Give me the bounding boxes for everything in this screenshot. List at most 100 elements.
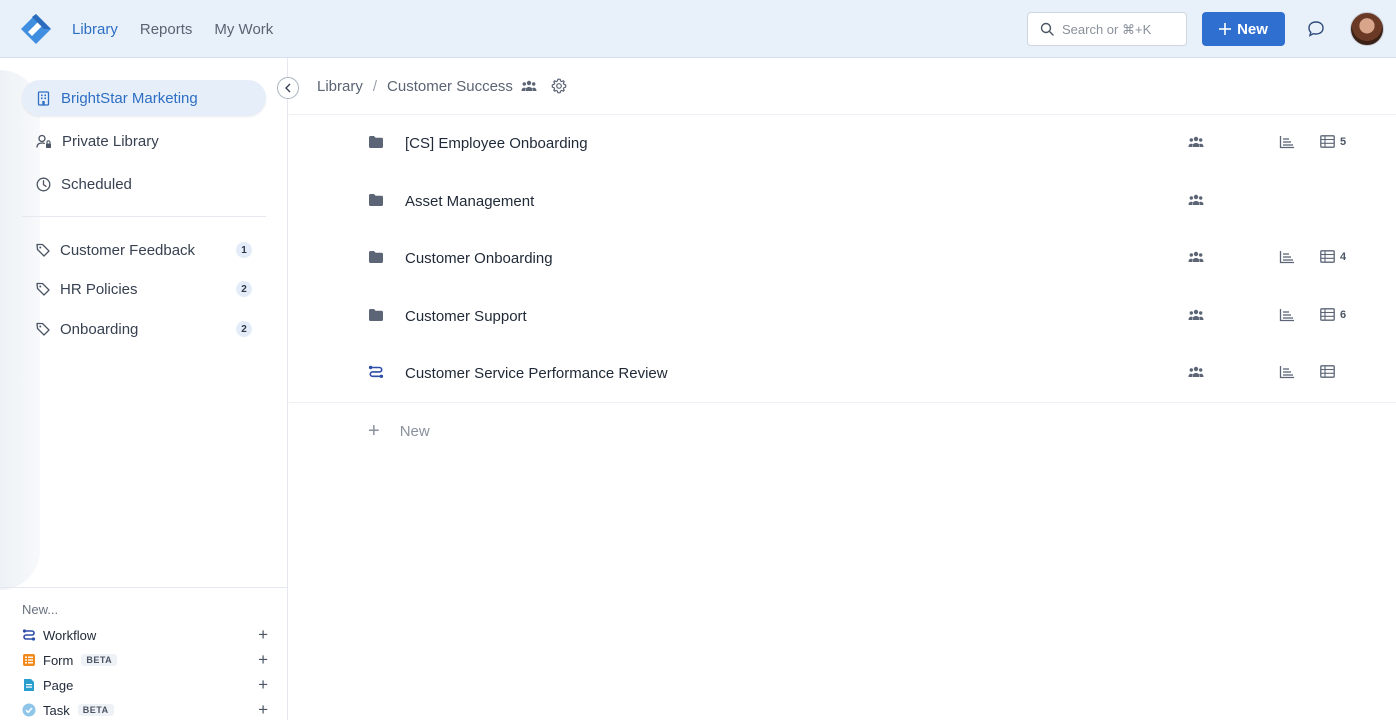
search-input[interactable] — [1062, 21, 1172, 37]
row-name[interactable]: Customer Support — [405, 308, 527, 325]
add-new-label: New — [399, 422, 430, 440]
create-page[interactable]: Page + — [22, 675, 268, 695]
team-icon[interactable] — [1188, 365, 1204, 379]
sidebar-item-label: BrightStar Marketing — [61, 89, 198, 107]
sidebar-item-brightstar-marketing[interactable]: BrightStar Marketing — [22, 80, 266, 116]
bar-chart-icon[interactable] — [1279, 135, 1295, 149]
app-logo-icon[interactable] — [20, 13, 52, 45]
team-icon[interactable] — [1188, 308, 1204, 322]
breadcrumb: Library / Customer Success — [317, 74, 567, 98]
sidebar-tag-onboarding[interactable]: Onboarding 2 — [22, 311, 266, 347]
library-row[interactable]: [CS] Employee Onboarding 5 — [289, 114, 1396, 172]
library-row[interactable]: Customer Service Performance Review — [289, 344, 1396, 402]
main-nav: Library Reports My Work — [72, 0, 273, 58]
create-task[interactable]: Task BETA + — [22, 700, 268, 720]
tag-count-badge: 2 — [236, 281, 252, 297]
clock-icon — [36, 177, 51, 191]
team-icon[interactable] — [1188, 193, 1204, 207]
breadcrumb-library[interactable]: Library — [317, 78, 363, 95]
table-view-button[interactable]: 5 — [1320, 135, 1346, 148]
chat-icon[interactable] — [1306, 19, 1326, 39]
add-workflow-icon[interactable]: + — [258, 626, 268, 644]
team-icon[interactable] — [521, 79, 537, 93]
nav-library[interactable]: Library — [72, 21, 118, 38]
workflow-icon — [22, 629, 36, 641]
folder-icon — [369, 251, 383, 263]
list-divider — [289, 402, 1396, 403]
team-icon[interactable] — [1188, 135, 1204, 149]
add-form-icon[interactable]: + — [258, 651, 268, 669]
create-label: Task — [43, 702, 70, 718]
tag-label: Customer Feedback — [60, 241, 196, 259]
add-page-icon[interactable]: + — [258, 676, 268, 694]
sidebar-item-private-library[interactable]: Private Library — [22, 123, 266, 159]
table-count: 4 — [1340, 250, 1347, 263]
sidebar-tag-customer-feedback[interactable]: Customer Feedback 1 — [22, 232, 266, 268]
create-new-section: New... Workflow + Form BETA + Page + Tas… — [0, 587, 288, 719]
form-icon — [23, 654, 35, 666]
table-count: 5 — [1340, 135, 1347, 148]
bar-chart-icon[interactable] — [1279, 308, 1295, 322]
chevron-left-icon — [285, 83, 291, 93]
table-view-button[interactable]: 4 — [1320, 250, 1346, 263]
settings-gear-icon[interactable] — [551, 78, 567, 94]
tag-count-badge: 1 — [236, 242, 252, 258]
create-form[interactable]: Form BETA + — [22, 650, 268, 670]
user-lock-icon — [36, 134, 51, 148]
plus-icon: + — [368, 419, 380, 442]
sidebar-divider — [22, 216, 266, 217]
user-avatar[interactable] — [1350, 12, 1384, 46]
create-new-heading: New... — [22, 602, 59, 617]
table-icon — [1320, 250, 1335, 263]
library-row[interactable]: Customer Onboarding 4 — [289, 229, 1396, 287]
search-box[interactable] — [1027, 12, 1187, 46]
create-label: Form — [43, 652, 74, 668]
team-icon[interactable] — [1188, 250, 1204, 264]
bar-chart-icon[interactable] — [1279, 250, 1295, 264]
plus-icon — [1219, 23, 1232, 35]
bar-chart-icon[interactable] — [1279, 365, 1295, 379]
row-name[interactable]: Customer Service Performance Review — [405, 365, 668, 382]
tag-icon — [36, 322, 50, 336]
add-task-icon[interactable]: + — [258, 701, 268, 719]
table-view-button[interactable]: 6 — [1320, 308, 1346, 321]
library-row[interactable]: Customer Support 6 — [289, 287, 1396, 345]
sidebar-item-scheduled[interactable]: Scheduled — [22, 166, 266, 202]
beta-badge: BETA — [81, 654, 118, 666]
create-label: Page — [43, 677, 74, 693]
row-name[interactable]: Asset Management — [405, 193, 534, 210]
table-view-button[interactable] — [1320, 365, 1340, 378]
folder-icon — [369, 136, 383, 148]
row-name[interactable]: Customer Onboarding — [405, 250, 553, 267]
tag-label: HR Policies — [60, 280, 138, 298]
page-icon — [24, 679, 34, 691]
sidebar: BrightStar Marketing Private Library Sch… — [0, 58, 288, 720]
table-icon — [1320, 308, 1335, 321]
table-icon — [1320, 135, 1335, 148]
top-bar: Library Reports My Work New — [0, 0, 1396, 58]
sidebar-item-label: Scheduled — [61, 175, 132, 193]
nav-my-work[interactable]: My Work — [214, 21, 273, 38]
collapse-sidebar-button[interactable] — [277, 77, 299, 99]
tag-icon — [36, 243, 50, 257]
tag-label: Onboarding — [60, 320, 139, 338]
search-icon — [1040, 22, 1054, 36]
workflow-icon — [368, 365, 384, 378]
tag-icon — [36, 282, 50, 296]
row-name[interactable]: [CS] Employee Onboarding — [405, 135, 588, 152]
new-button[interactable]: New — [1202, 12, 1285, 46]
new-button-label: New — [1237, 20, 1268, 38]
create-label: Workflow — [43, 627, 97, 643]
table-count: 6 — [1340, 308, 1347, 321]
add-new-item-button[interactable]: + New — [368, 420, 430, 442]
create-workflow[interactable]: Workflow + — [22, 625, 268, 645]
beta-badge: BETA — [77, 704, 114, 716]
nav-reports[interactable]: Reports — [140, 21, 193, 38]
breadcrumb-current[interactable]: Customer Success — [387, 78, 513, 95]
folder-icon — [369, 194, 383, 206]
sidebar-item-label: Private Library — [62, 132, 159, 150]
breadcrumb-separator: / — [372, 77, 378, 95]
sidebar-tag-hr-policies[interactable]: HR Policies 2 — [22, 271, 266, 307]
library-row[interactable]: Asset Management — [289, 172, 1396, 230]
folder-icon — [369, 309, 383, 321]
